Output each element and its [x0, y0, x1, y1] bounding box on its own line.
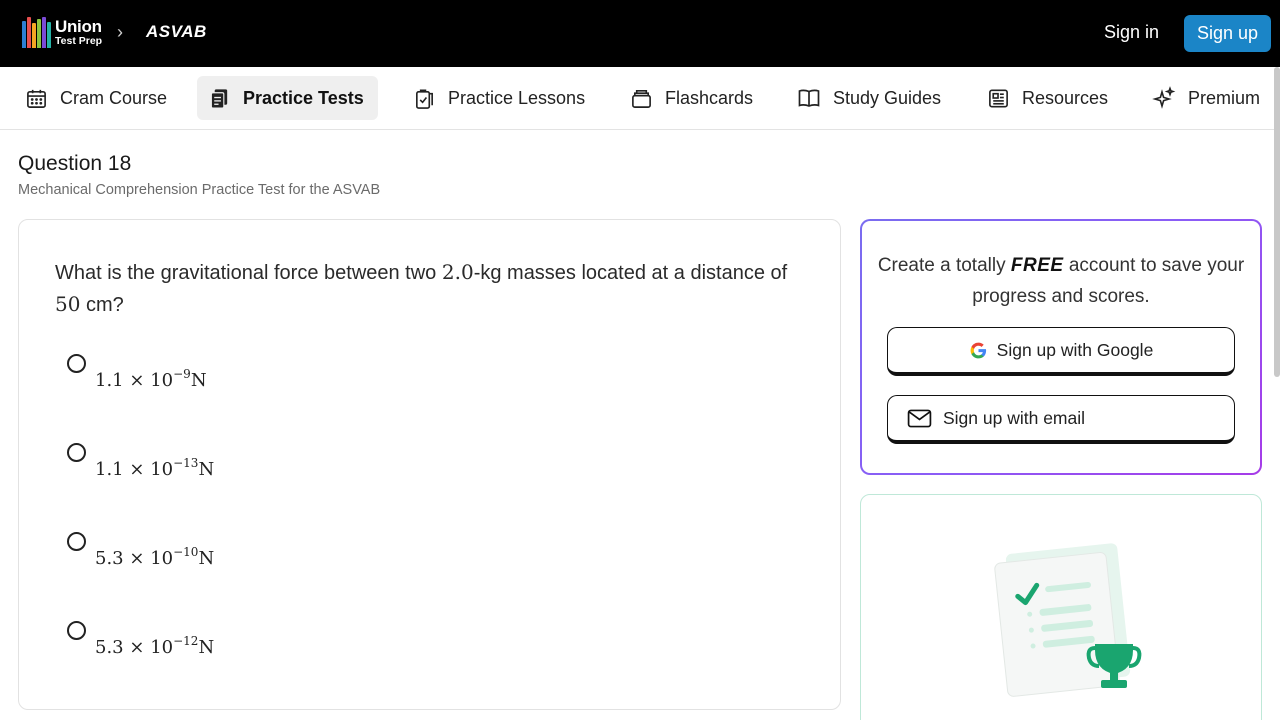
logo-books-icon	[22, 17, 51, 48]
nav-item-flashcards[interactable]: Flashcards	[619, 76, 763, 120]
cards-stack-icon	[629, 86, 653, 110]
question-card: What is the gravitational force between …	[18, 219, 841, 710]
nav-label: Cram Course	[60, 87, 168, 108]
sign-up-with-email-button[interactable]: Sign up with email	[887, 395, 1235, 444]
breadcrumb-asvab[interactable]: ASVAB	[146, 22, 207, 42]
option-label: 5.3 × 10−12N	[95, 634, 215, 658]
option-label: 1.1 × 10−9N	[95, 367, 207, 391]
answer-option-2[interactable]: 1.1 × 10−13N	[67, 443, 214, 480]
clipboard-check-icon	[412, 86, 436, 110]
question-title: Question 18	[18, 152, 132, 175]
top-bar: Union Test Prep › ASVAB Sign in Sign up	[0, 0, 1280, 67]
logo-text-union: Union	[55, 17, 102, 37]
radio-button[interactable]	[67, 443, 86, 462]
page-scrollbar[interactable]	[1274, 67, 1280, 377]
nav-label: Study Guides	[833, 87, 942, 108]
question-subtitle: Mechanical Comprehension Practice Test f…	[18, 182, 381, 198]
radio-button[interactable]	[67, 621, 86, 640]
chevron-right-icon: ›	[117, 22, 123, 42]
email-button-label: Sign up with email	[943, 407, 1086, 428]
google-button-label: Sign up with Google	[996, 339, 1154, 360]
radio-button[interactable]	[67, 532, 86, 551]
newspaper-icon	[986, 86, 1010, 110]
question-text: What is the gravitational force between …	[55, 260, 788, 316]
union-test-prep-logo[interactable]: Union Test Prep	[22, 17, 102, 48]
sparkles-icon	[1152, 86, 1176, 110]
main-nav: Cram Course Practice Tests Practice Less…	[0, 67, 1280, 130]
nav-label: Resources	[1022, 87, 1109, 108]
sign-in-link[interactable]: Sign in	[1104, 22, 1159, 43]
open-book-icon	[797, 86, 821, 110]
nav-item-study-guides[interactable]: Study Guides	[787, 76, 951, 120]
nav-label: Practice Tests	[243, 87, 364, 108]
radio-button[interactable]	[67, 354, 86, 373]
nav-label: Practice Lessons	[448, 87, 586, 108]
test-trophy-illustration	[994, 543, 1142, 697]
nav-item-practice-tests[interactable]: Practice Tests	[197, 76, 378, 120]
test-sheets-icon	[207, 86, 231, 110]
signup-card: Create a totally FREE account to save yo…	[860, 219, 1262, 475]
nav-item-premium[interactable]: Premium	[1142, 76, 1270, 120]
nav-item-resources[interactable]: Resources	[976, 76, 1118, 120]
envelope-icon	[907, 409, 932, 428]
nav-item-cram-course[interactable]: Cram Course	[14, 76, 177, 120]
calendar-icon	[24, 86, 48, 110]
sign-up-with-google-button[interactable]: Sign up with Google	[887, 327, 1235, 376]
option-label: 5.3 × 10−10N	[95, 545, 215, 569]
nav-item-practice-lessons[interactable]: Practice Lessons	[402, 76, 595, 120]
answer-option-4[interactable]: 5.3 × 10−12N	[67, 621, 214, 658]
promo-illustration-card	[860, 494, 1262, 720]
answer-option-1[interactable]: 1.1 × 10−9N	[67, 354, 207, 391]
option-label: 1.1 × 10−13N	[95, 456, 215, 480]
answer-option-3[interactable]: 5.3 × 10−10N	[67, 532, 214, 569]
nav-label: Flashcards	[665, 87, 754, 108]
google-icon	[969, 341, 988, 360]
logo-text-testprep: Test Prep	[55, 35, 103, 48]
signup-message: Create a totally FREE account to save yo…	[877, 255, 1245, 307]
sign-up-button[interactable]: Sign up	[1184, 15, 1271, 52]
nav-label: Premium	[1188, 87, 1261, 108]
